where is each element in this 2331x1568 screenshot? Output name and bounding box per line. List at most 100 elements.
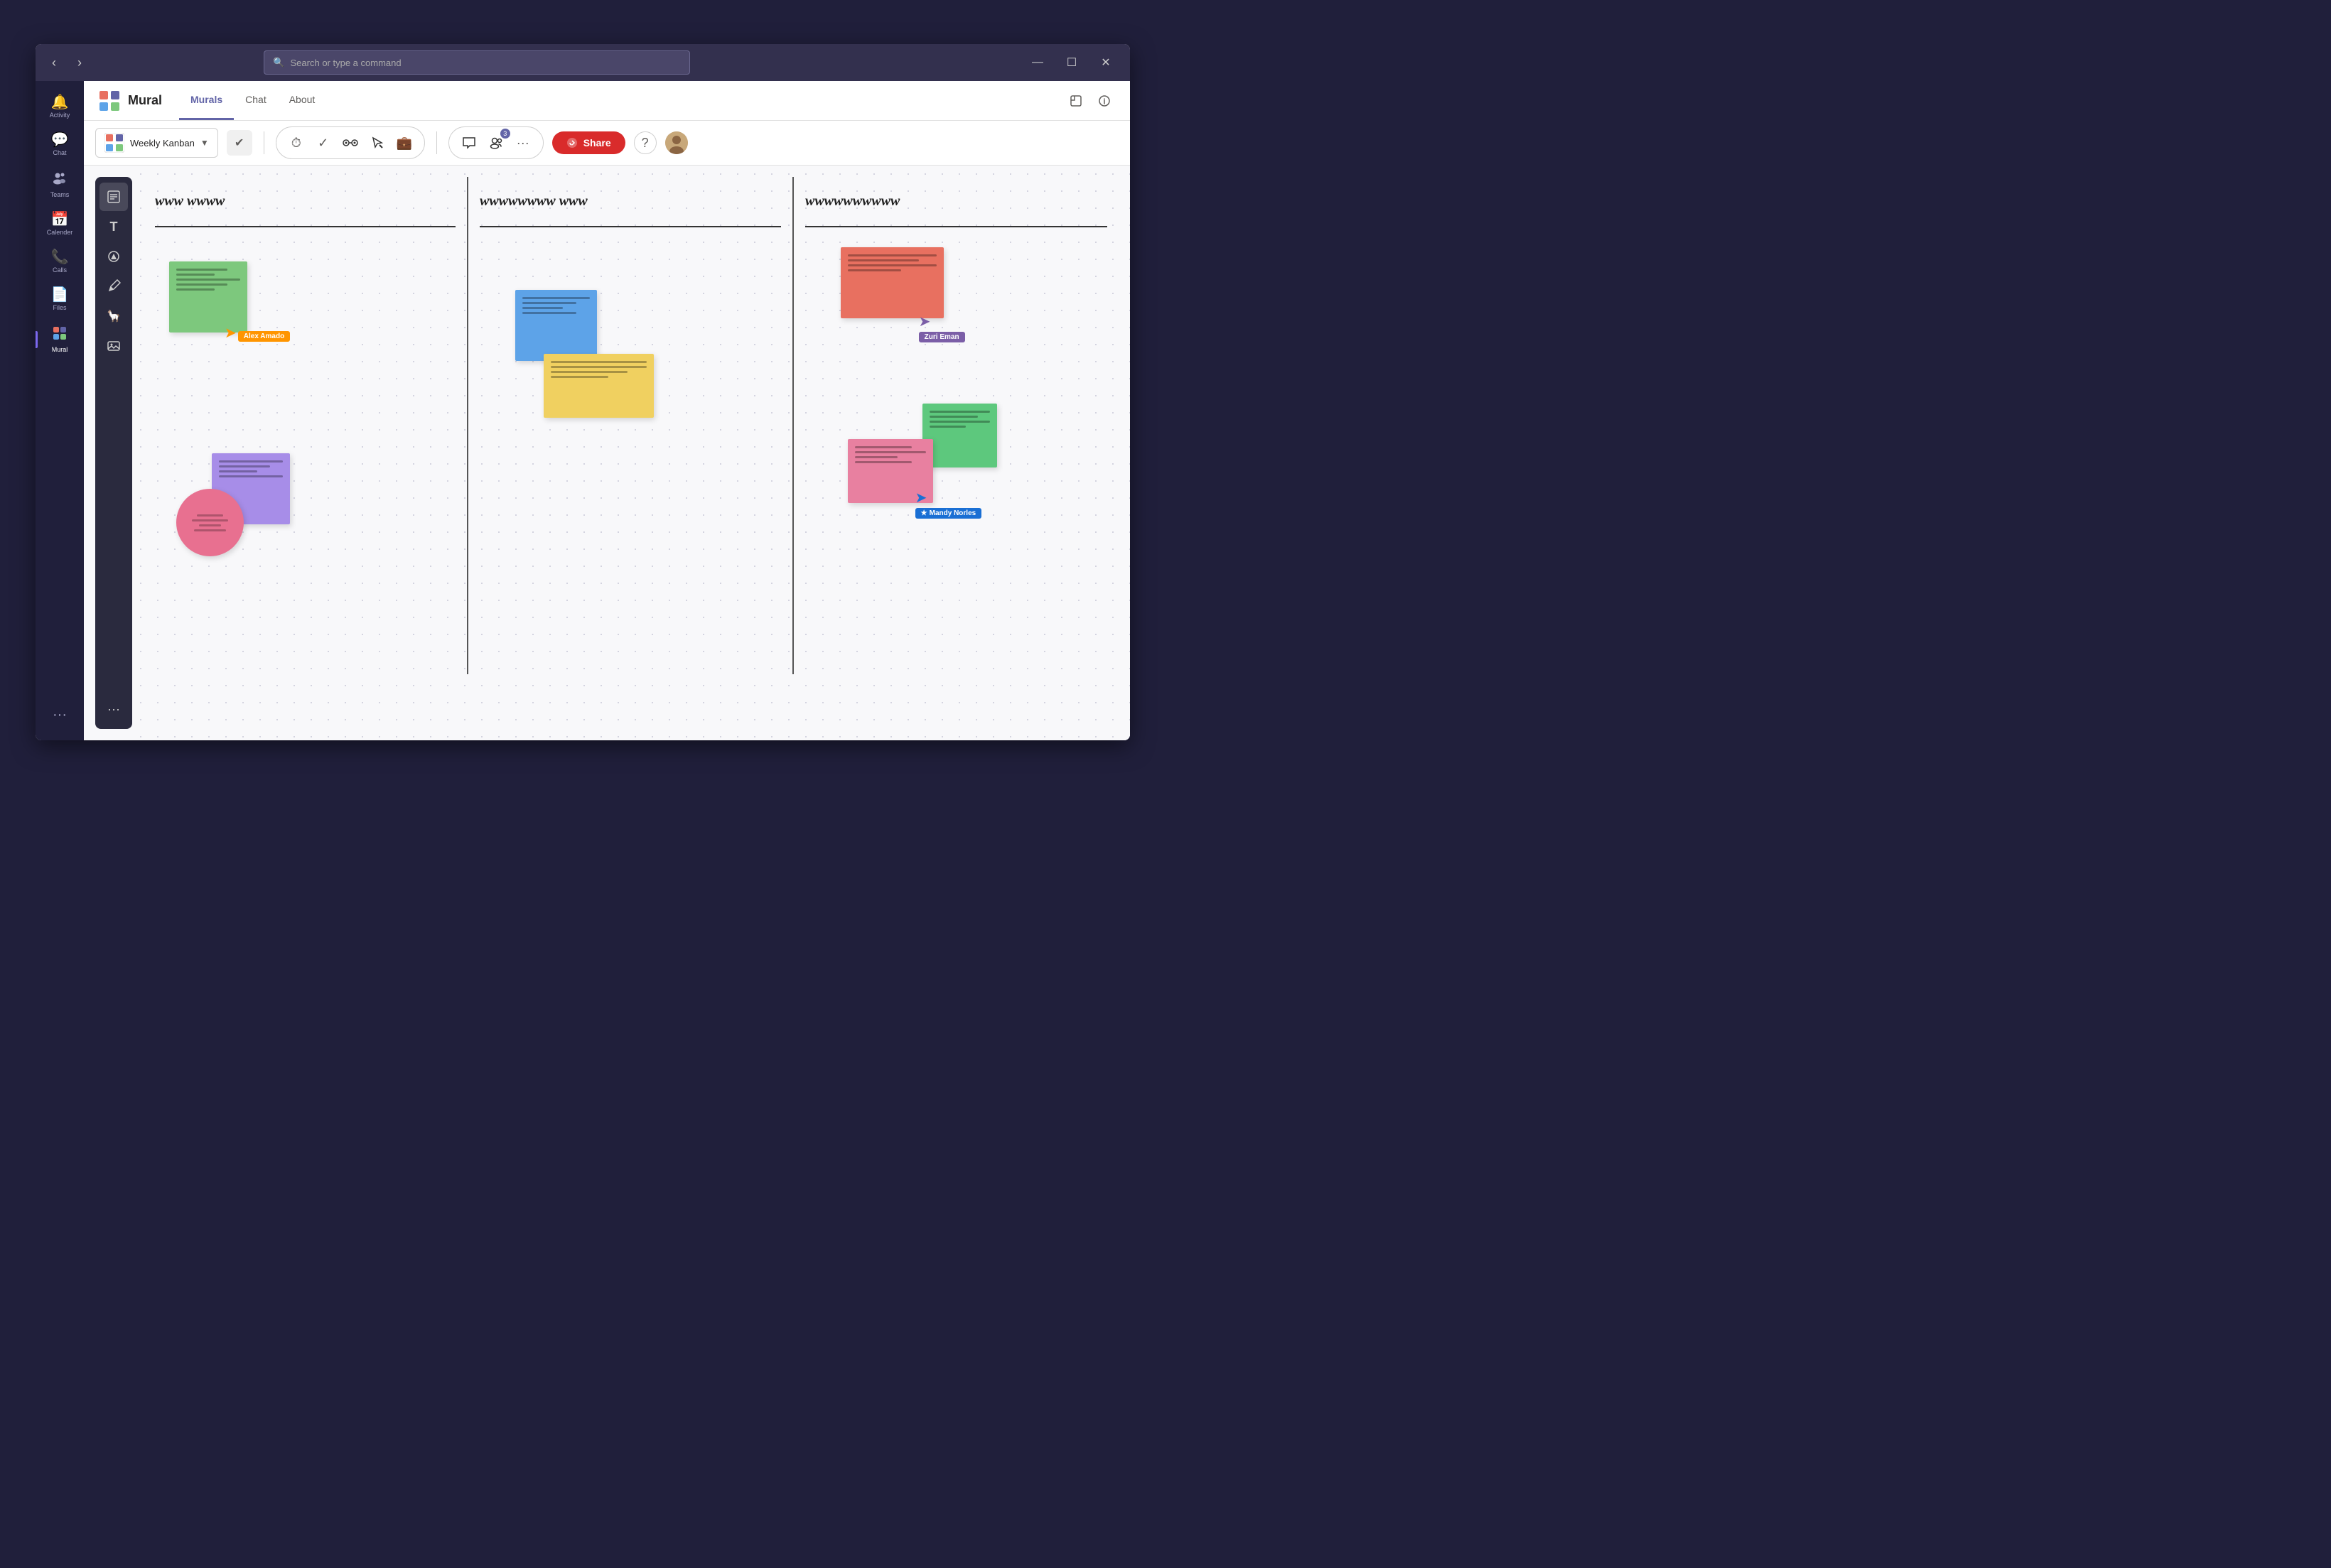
mural-icon xyxy=(52,325,68,344)
sticky-note-green[interactable] xyxy=(169,261,247,332)
sidebar-label-calls: Calls xyxy=(53,266,67,274)
tool-more-button[interactable]: ··· xyxy=(99,695,128,723)
sticky-note-yellow[interactable] xyxy=(544,354,654,418)
sticky-note-tool[interactable] xyxy=(99,183,128,211)
app-header: Mural Murals Chat About xyxy=(84,81,1130,121)
sticky-lines xyxy=(176,269,240,291)
info-button[interactable] xyxy=(1093,90,1116,112)
sticky-line xyxy=(551,371,628,373)
chat-icon: 💬 xyxy=(51,133,69,147)
share-button[interactable]: Share xyxy=(552,131,625,154)
sidebar-label-chat: Chat xyxy=(53,149,66,156)
mandy-cursor-arrow-icon: ➤ xyxy=(915,489,927,507)
sidebar-item-mural[interactable]: Mural xyxy=(36,320,84,359)
header-actions xyxy=(1065,90,1116,112)
sticky-line xyxy=(219,465,270,467)
sticky-line xyxy=(855,451,926,453)
sticky-line xyxy=(219,470,257,472)
canvas-area: T 🦙 ··· xyxy=(84,166,1130,740)
col-2-header: wwwwwwww www xyxy=(480,177,780,227)
sidebar-item-files[interactable]: 📄 Files xyxy=(36,282,84,317)
users-badge: 3 xyxy=(485,131,507,154)
nav-back-button[interactable]: ‹ xyxy=(44,53,64,72)
nav-controls: ‹ › xyxy=(44,53,90,72)
maximize-button[interactable]: ☐ xyxy=(1056,51,1087,74)
sidebar-more-button[interactable]: ··· xyxy=(44,698,75,732)
col-3-content: ➤ Zuri Eman xyxy=(805,233,1107,624)
sticky-note-blue[interactable] xyxy=(515,290,597,361)
sticky-line xyxy=(848,259,919,261)
app-window: ‹ › 🔍 Search or type a command — ☐ ✕ 🔔 A… xyxy=(36,44,1130,740)
sticky-line xyxy=(176,279,240,281)
sticky-line xyxy=(930,421,990,423)
sidebar-item-chat[interactable]: 💬 Chat xyxy=(36,127,84,162)
nav-forward-button[interactable]: › xyxy=(70,53,90,72)
sticky-line xyxy=(176,269,227,271)
search-icon: 🔍 xyxy=(273,57,284,68)
sticky-line xyxy=(930,416,978,418)
sticky-line xyxy=(219,475,283,477)
dropdown-arrow-icon: ▼ xyxy=(200,138,209,148)
more-options-button[interactable]: ··· xyxy=(512,131,534,154)
briefcase-tool-button[interactable]: 💼 xyxy=(393,131,416,154)
sticky-line xyxy=(848,264,937,266)
app-title: Mural xyxy=(128,93,162,108)
cursor-label-zuri: Zuri Eman xyxy=(919,332,965,342)
content-area: Mural Murals Chat About xyxy=(84,81,1130,740)
spy-tool-button[interactable] xyxy=(339,131,362,154)
comment-button[interactable] xyxy=(458,131,480,154)
circle-note-pink[interactable] xyxy=(176,489,244,556)
app-logo: Mural xyxy=(98,90,162,112)
mural-name: Weekly Kanban xyxy=(130,138,195,148)
files-icon: 📄 xyxy=(51,288,69,302)
close-button[interactable]: ✕ xyxy=(1090,51,1121,74)
kanban-column-2: wwwwwwww www xyxy=(468,177,793,674)
svg-text:www wwww: www wwww xyxy=(155,193,225,209)
sticky-note-green-2[interactable] xyxy=(922,404,997,467)
tab-chat[interactable]: Chat xyxy=(234,81,278,120)
sidebar-item-activity[interactable]: 🔔 Activity xyxy=(36,90,84,124)
search-bar[interactable]: 🔍 Search or type a command xyxy=(264,50,690,75)
sticky-line xyxy=(176,274,215,276)
checklist-tool-button[interactable]: ✓ xyxy=(312,131,335,154)
user-avatar[interactable] xyxy=(665,131,688,154)
cursor-tool-button[interactable] xyxy=(366,131,389,154)
sticky-lines-2 xyxy=(219,460,283,477)
sidebar-item-calendar[interactable]: 📅 Calender xyxy=(36,207,84,242)
sticky-line xyxy=(551,366,647,368)
tab-about[interactable]: About xyxy=(278,81,327,120)
sticky-lines-3 xyxy=(522,297,590,314)
share-label: Share xyxy=(583,137,611,148)
sidebar-item-calls[interactable]: 📞 Calls xyxy=(36,244,84,279)
image-tool[interactable] xyxy=(99,332,128,360)
text-tool[interactable]: T xyxy=(99,212,128,241)
sticky-lines-7 xyxy=(855,446,926,463)
col-2-content xyxy=(480,233,780,624)
popout-button[interactable] xyxy=(1065,90,1087,112)
mural-selector[interactable]: Weekly Kanban ▼ xyxy=(95,128,218,158)
sticky-line xyxy=(551,376,608,378)
shape-tool[interactable] xyxy=(99,242,128,271)
sidebar-item-teams[interactable]: Teams xyxy=(36,165,84,204)
sticky-note-salmon[interactable] xyxy=(841,247,944,318)
sidebar-label-mural: Mural xyxy=(52,346,68,353)
sticky-line xyxy=(551,361,647,363)
sidebar-label-files: Files xyxy=(53,304,66,311)
sidebar-label-calendar: Calender xyxy=(47,229,73,236)
calendar-icon: 📅 xyxy=(51,212,69,227)
mural-logo-icon xyxy=(98,90,121,112)
minimize-button[interactable]: — xyxy=(1022,51,1053,74)
search-placeholder: Search or type a command xyxy=(291,58,402,68)
sticky-line xyxy=(930,426,966,428)
svg-text:wwwwwwwwww: wwwwwwwwww xyxy=(805,193,900,209)
llama-tool[interactable]: 🦙 xyxy=(99,302,128,330)
tab-murals[interactable]: Murals xyxy=(179,81,234,120)
sticky-line xyxy=(848,269,901,271)
calls-icon: 📞 xyxy=(51,250,69,264)
help-button[interactable]: ? xyxy=(634,131,657,154)
pen-tool[interactable] xyxy=(99,272,128,301)
toolbar-tools-group: ⏱ ✓ 💼 xyxy=(276,126,425,159)
timer-tool-button[interactable]: ⏱ xyxy=(285,131,308,154)
cursor-label-mandy: ★Mandy Norles xyxy=(915,508,982,519)
check-button[interactable]: ✔ xyxy=(227,130,252,156)
